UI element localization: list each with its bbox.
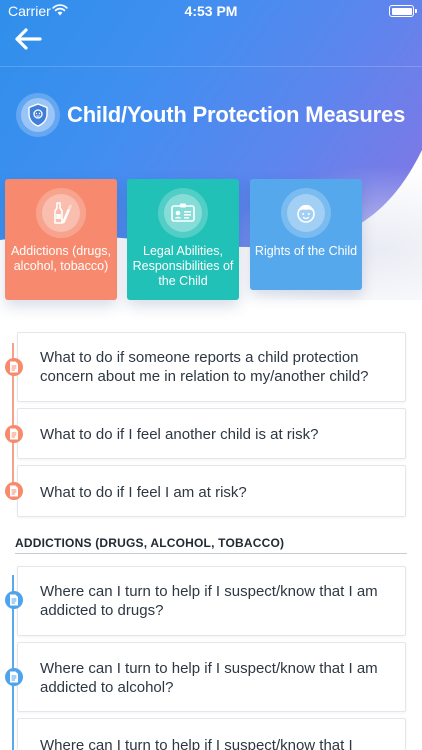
category-card-rights[interactable]: Rights of the Child: [250, 179, 362, 290]
section-divider: [15, 553, 407, 554]
back-button[interactable]: [12, 26, 44, 52]
id-card-icon: [171, 203, 195, 222]
category-card-addictions[interactable]: Addictions (drugs, alcohol, tobacco): [5, 179, 117, 300]
status-bar: Carrier 4:53 PM: [0, 0, 422, 22]
category-label: Rights of the Child: [254, 244, 358, 258]
faq-question: Where can I turn to help if I suspect/kn…: [40, 660, 378, 696]
battery-icon: [389, 5, 417, 17]
section-header-addictions: ADDICTIONS (DRUGS, ALCOHOL, TOBACCO): [15, 536, 285, 550]
faq-item-i-am-at-risk[interactable]: What to do if I feel I am at risk?: [17, 465, 406, 517]
faq-question: What to do if I feel another child is at…: [40, 426, 319, 443]
shield-child-icon: [28, 103, 48, 127]
page-header: Child/Youth Protection Measures: [16, 92, 405, 138]
faq-item-another-child-at-risk[interactable]: What to do if I feel another child is at…: [17, 408, 406, 459]
nav-divider: [0, 66, 422, 67]
bottle-cigarette-icon: [54, 202, 72, 224]
child-face-icon: [297, 204, 315, 223]
back-arrow-icon: [15, 28, 42, 50]
faq-item-addicted-alcohol[interactable]: Where can I turn to help if I suspect/kn…: [17, 642, 406, 712]
faq-item-addicted-tobacco[interactable]: Where can I turn to help if I suspect/kn…: [17, 718, 406, 750]
document-icon: [5, 425, 23, 443]
document-icon: [5, 591, 23, 609]
category-card-legal-abilities[interactable]: Legal Abilities, Responsibilities of the…: [127, 179, 239, 300]
faq-question: Where can I turn to help if I suspect/kn…: [40, 737, 353, 750]
faq-item-addicted-drugs[interactable]: Where can I turn to help if I suspect/kn…: [17, 566, 406, 636]
category-label: Legal Abilities, Responsibilities of the…: [132, 244, 234, 288]
category-label: Addictions (drugs, alcohol, tobacco): [10, 244, 112, 273]
document-icon: [5, 358, 23, 376]
faq-question: Where can I turn to help if I suspect/kn…: [40, 583, 378, 619]
title-badge: [16, 93, 60, 137]
page-title: Child/Youth Protection Measures: [67, 102, 406, 127]
faq-question: What to do if someone reports a child pr…: [40, 349, 369, 385]
faq-item-reported-concern[interactable]: What to do if someone reports a child pr…: [17, 332, 406, 402]
faq-question: What to do if I feel I am at risk?: [40, 484, 247, 501]
status-time: 4:53 PM: [184, 3, 238, 19]
document-icon: [5, 482, 23, 500]
document-icon: [5, 668, 23, 686]
